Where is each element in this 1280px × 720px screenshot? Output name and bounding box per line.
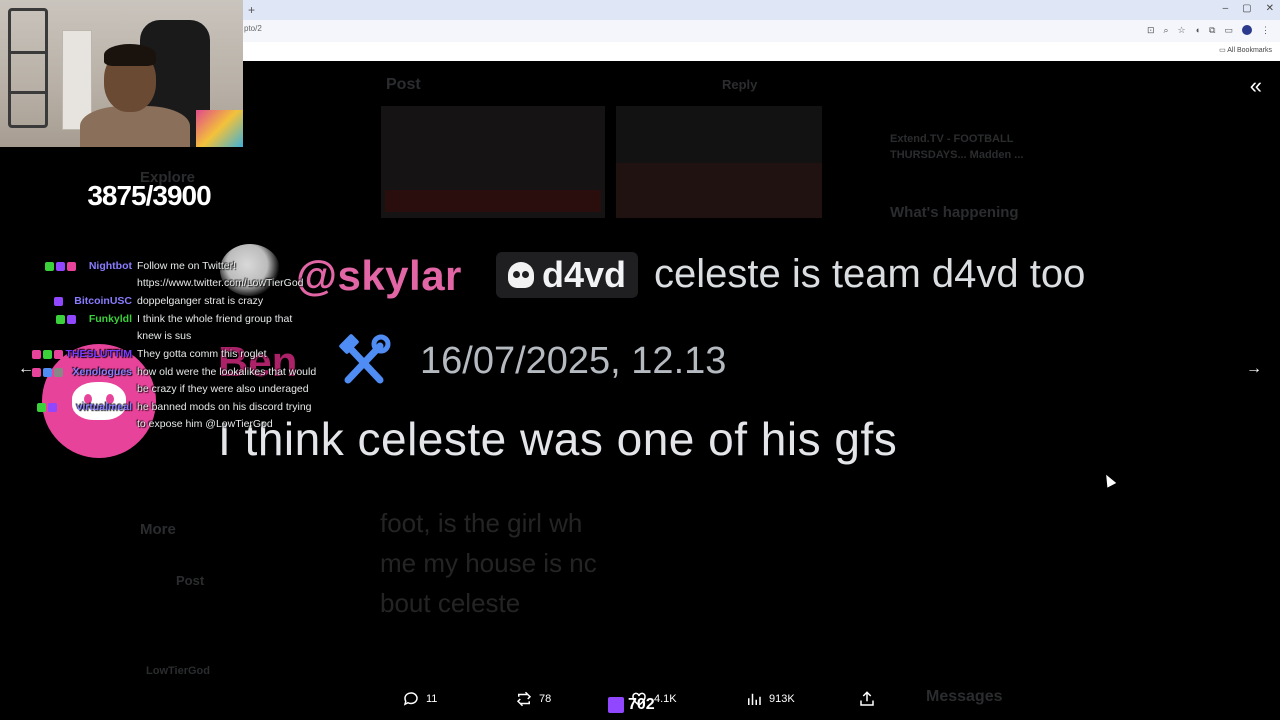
chat-badges — [54, 297, 63, 306]
chat-message: to expose him @LowTierGod — [137, 418, 273, 430]
chat-badge-icon — [55, 262, 65, 271]
whats-happening-heading: What's happening — [890, 204, 1019, 221]
streamer-webcam — [0, 0, 243, 147]
collapse-icon[interactable]: « — [1250, 75, 1262, 97]
zoom-icon[interactable]: ⌕ — [1163, 25, 1168, 36]
chat-badges — [36, 403, 57, 412]
views-action[interactable]: 913K — [745, 690, 795, 708]
chat-badge-icon — [43, 368, 52, 377]
chat-message: he banned mods on his discord trying — [137, 401, 312, 413]
reply-count: 11 — [426, 693, 438, 705]
post-image-1 — [381, 106, 605, 218]
streamer-hair — [104, 44, 156, 66]
all-bookmarks-button[interactable]: ▭ All Bookmarks — [1219, 46, 1272, 54]
speaker-icon[interactable]: ◖ — [1195, 25, 1200, 36]
bookmark-star-icon[interactable]: ☆ — [1178, 25, 1186, 36]
server-tag-label: d4vd — [542, 254, 627, 295]
trend-item: Extend.TV - FOOTBALL THURSDAYS... Madden… — [890, 133, 1024, 161]
reply-icon — [403, 692, 418, 706]
toolbar-icons: ⊡ ⌕ ☆ ◖ ⧉ ▭ ⋮ — [1147, 25, 1270, 36]
chat-badge-icon — [47, 403, 57, 412]
reply-preview-text: celeste is team d4vd too — [654, 252, 1086, 296]
chat-message: knew is sus — [137, 330, 192, 342]
chat-badge-icon — [54, 368, 63, 377]
repost-action[interactable]: 78 — [515, 690, 551, 708]
new-tab-button[interactable]: + — [248, 3, 255, 17]
sidepanel-icon[interactable]: ▭ — [1224, 25, 1233, 36]
chat-message: They gotta comm this roglet — [137, 348, 267, 360]
twitch-icon — [608, 696, 624, 713]
page-header-title: Post — [386, 76, 421, 93]
chat-badge-icon — [43, 350, 52, 359]
chat-badge-icon — [54, 350, 63, 359]
views-count: 913K — [769, 693, 795, 705]
chat-username: Nightbot — [88, 260, 132, 272]
share-action[interactable] — [858, 690, 876, 708]
repost-icon — [516, 691, 532, 707]
chat-badge-icon — [32, 368, 41, 377]
menu-icon[interactable]: ⋮ — [1261, 25, 1270, 36]
minimize-button[interactable]: – — [1223, 3, 1229, 14]
share-icon — [860, 691, 874, 706]
next-arrow-icon[interactable]: → — [1246, 360, 1262, 378]
chat-badge-icon — [54, 297, 63, 306]
chat-message: I think the whole friend group that — [137, 313, 293, 325]
cat-tree — [8, 8, 48, 128]
chat-badge-icon — [66, 315, 76, 324]
tweet-text-line: foot, is the girl wh — [380, 508, 583, 538]
tweet-text-line: me my house is nc — [380, 548, 597, 578]
close-window-button[interactable]: ✕ — [1266, 3, 1274, 14]
reply-button: Reply — [722, 77, 758, 92]
chat-badge-icon — [44, 262, 54, 271]
message-timestamp: 16/07/2025, 12.13 — [420, 340, 727, 382]
sub-goal-counter: 3875/3900 — [87, 180, 211, 211]
chat-badge-icon — [36, 403, 46, 412]
chat-username: THESLUTTIM — [65, 348, 133, 360]
profile-avatar[interactable] — [1242, 25, 1252, 35]
chat-username: BitcoinUSC — [74, 295, 132, 307]
hammer-wrench-icon — [339, 334, 391, 384]
chat-username: Funkyldl — [88, 313, 132, 325]
address-bar[interactable]: pto/2 — [244, 24, 1084, 38]
twitch-heart-counter: 702 — [608, 696, 655, 714]
server-tag: d4vd — [496, 252, 639, 298]
chat-message: https://www.twitter.com/LowTierGod — [137, 277, 304, 289]
like-count: 4.1K — [654, 693, 677, 705]
chat-badge-icon — [32, 350, 41, 359]
all-bookmarks-label: All Bookmarks — [1227, 47, 1272, 54]
chat-badges — [55, 315, 76, 324]
post-image-2 — [616, 106, 822, 218]
repost-count: 78 — [539, 693, 552, 705]
maximize-button[interactable]: ▢ — [1242, 3, 1251, 14]
chat-username: Xenologues — [72, 366, 132, 378]
chat-badges — [44, 262, 76, 271]
chat-badge-icon — [66, 262, 76, 271]
post-button: Post — [176, 573, 205, 588]
chat-message: doppelganger strat is crazy — [137, 295, 264, 307]
reply-mention: @skylar — [296, 252, 462, 299]
views-chart-icon — [748, 693, 761, 705]
pillow — [196, 110, 243, 147]
chat-message: Follow me on Twitter! — [137, 260, 237, 272]
install-icon[interactable]: ⊡ — [1147, 25, 1155, 36]
message-text: I think celeste was one of his gfs — [218, 413, 898, 465]
chat-message: be crazy if they were also underaged — [137, 383, 309, 395]
chat-username: virtualmeal — [76, 401, 132, 413]
extensions-icon[interactable]: ⧉ — [1209, 25, 1215, 36]
chat-badge-icon — [55, 315, 65, 324]
chat-badges — [32, 350, 63, 359]
heart-overlay-count: 702 — [628, 696, 655, 713]
chat-message: how old were the lookalikes that would — [137, 366, 317, 378]
window-controls: – ▢ ✕ — [1223, 3, 1274, 14]
tweet-text: foot, is the girl wh me my house is nc b… — [380, 503, 597, 623]
account-name: LowTierGod — [146, 665, 210, 677]
skull-icon — [508, 262, 534, 288]
streamer-body — [80, 106, 190, 147]
nav-more: More — [140, 521, 176, 538]
chat-badges — [32, 368, 63, 377]
tweet-text-line: bout celeste — [380, 588, 521, 618]
reply-action[interactable]: 11 — [402, 690, 437, 708]
